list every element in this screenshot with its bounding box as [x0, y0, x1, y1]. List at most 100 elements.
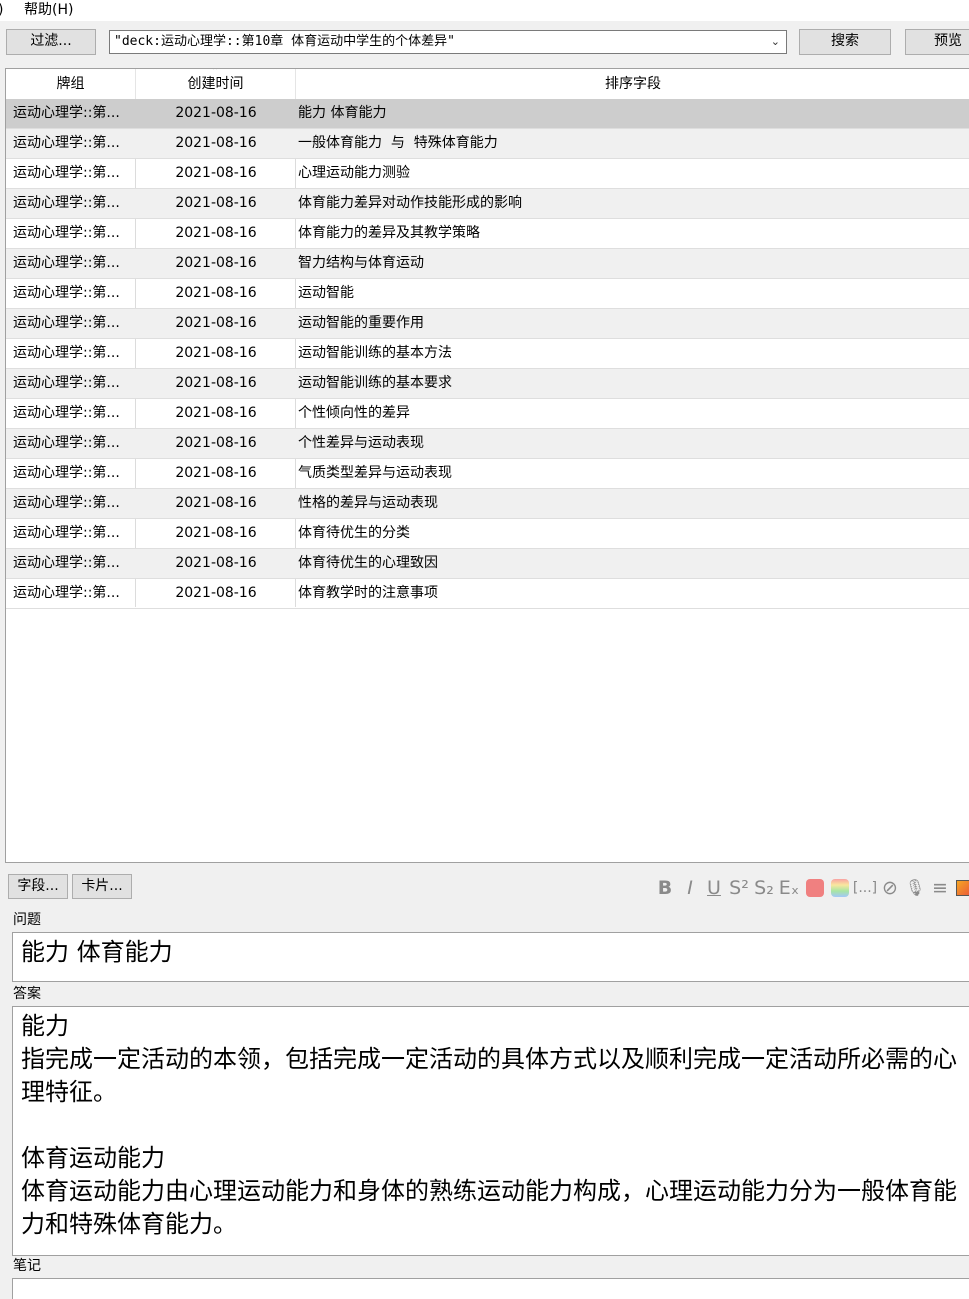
search-button[interactable]: 搜索 — [799, 29, 891, 55]
cell-sort-field: 心理运动能力测验 — [298, 165, 410, 181]
answer-line: 能力 — [21, 1012, 69, 1040]
cell-created: 2021-08-16 — [175, 345, 257, 361]
cell-sort-field: 能力 体育能力 — [298, 105, 387, 121]
cell-sort-field: 气质类型差异与运动表现 — [298, 465, 452, 481]
cell-sort-field: 一般体育能力 与 特殊体育能力 — [298, 135, 498, 151]
answer-line: 指完成一定活动的本领，包括完成一定活动的具体方式以及顺利完成一定活动所必需的心理… — [21, 1045, 957, 1106]
table-row[interactable]: 运动心理学::第... 2021-08-16 个性倾向性的差异 — [6, 399, 969, 429]
column-header-deck[interactable]: 牌组 — [6, 69, 136, 99]
card-list-table[interactable]: 牌组 ⌃ 创建时间 排序字段 运动心理学::第... 2021-08-16 能力 体… — [5, 68, 969, 863]
cell-sort-field: 体育能力的差异及其教学策略 — [298, 225, 480, 241]
cell-created: 2021-08-16 — [175, 135, 257, 151]
cell-created: 2021-08-16 — [175, 105, 257, 121]
table-row[interactable]: 运动心理学::第... 2021-08-16 体育待优生的心理致因 — [6, 549, 969, 579]
table-body: 运动心理学::第... 2021-08-16 能力 体育能力 运动心理学::第... 2… — [6, 99, 969, 609]
menu-item-help[interactable]: 帮助(H) — [24, 0, 73, 21]
search-input[interactable]: "deck:运动心理学::第10章 体育运动中学生的个体差异" ⌄ — [109, 30, 787, 54]
record-audio-icon[interactable]: 🎙 — [904, 876, 926, 900]
cell-sort-field: 运动智能训练的基本方法 — [298, 345, 452, 361]
cloze-icon[interactable]: [...] — [852, 876, 878, 900]
cell-deck: 运动心理学::第... — [13, 105, 120, 121]
table-row[interactable]: 运动心理学::第... 2021-08-16 运动智能 — [6, 279, 969, 309]
bold-icon[interactable]: B — [655, 876, 675, 900]
cell-deck: 运动心理学::第... — [13, 345, 120, 361]
cell-deck: 运动心理学::第... — [13, 585, 120, 601]
cell-created: 2021-08-16 — [175, 225, 257, 241]
answer-field[interactable]: 能力 指完成一定活动的本领，包括完成一定活动的具体方式以及顺利完成一定活动所必需… — [12, 1006, 969, 1256]
cell-created: 2021-08-16 — [175, 315, 257, 331]
chevron-down-icon[interactable]: ⌄ — [771, 31, 780, 53]
cell-sort-field: 运动智能训练的基本要求 — [298, 375, 452, 391]
cell-deck: 运动心理学::第... — [13, 435, 120, 451]
clear-format-icon[interactable]: Eₓ — [778, 876, 800, 900]
table-row[interactable]: 运动心理学::第... 2021-08-16 智力结构与体育运动 — [6, 249, 969, 279]
table-row[interactable]: 运动心理学::第... 2021-08-16 能力 体育能力 — [6, 99, 969, 129]
search-query-text: "deck:运动心理学::第10章 体育运动中学生的个体差异" — [114, 34, 455, 49]
table-row[interactable]: 运动心理学::第... 2021-08-16 心理运动能力测验 — [6, 159, 969, 189]
table-row[interactable]: 运动心理学::第... 2021-08-16 运动智能的重要作用 — [6, 309, 969, 339]
table-row[interactable]: 运动心理学::第... 2021-08-16 性格的差异与运动表现 — [6, 489, 969, 519]
field-label-answer: 答案 — [13, 986, 41, 1002]
notes-field[interactable] — [12, 1278, 969, 1299]
cell-deck: 运动心理学::第... — [13, 525, 120, 541]
cell-created: 2021-08-16 — [175, 525, 257, 541]
column-header-created[interactable]: ⌃ 创建时间 — [136, 69, 296, 99]
cell-deck: 运动心理学::第... — [13, 375, 120, 391]
more-menu-icon[interactable]: ≡ — [929, 876, 951, 900]
cell-sort-field: 个性倾向性的差异 — [298, 405, 410, 421]
underline-icon[interactable]: U — [704, 876, 724, 900]
filter-button[interactable]: 过滤... — [6, 29, 96, 55]
table-row[interactable]: 运动心理学::第... 2021-08-16 运动智能训练的基本方法 — [6, 339, 969, 369]
cell-deck: 运动心理学::第... — [13, 135, 120, 151]
cell-created: 2021-08-16 — [175, 375, 257, 391]
cell-deck: 运动心理学::第... — [13, 255, 120, 271]
menu-item-partial[interactable]: ) — [0, 0, 3, 21]
cell-deck: 运动心理学::第... — [13, 465, 120, 481]
text-color-icon[interactable] — [804, 876, 826, 900]
fields-button[interactable]: 字段... — [8, 874, 68, 899]
cell-created: 2021-08-16 — [175, 435, 257, 451]
cell-created: 2021-08-16 — [175, 585, 257, 601]
menu-bar: ) 帮助(H) — [0, 0, 969, 21]
italic-icon[interactable]: I — [682, 876, 698, 900]
subscript-icon[interactable]: S₂ — [753, 876, 775, 900]
table-row[interactable]: 运动心理学::第... 2021-08-16 运动智能训练的基本要求 — [6, 369, 969, 399]
cell-deck: 运动心理学::第... — [13, 225, 120, 241]
toolbar: 过滤... "deck:运动心理学::第10章 体育运动中学生的个体差异" ⌄ … — [0, 21, 969, 65]
cell-sort-field: 体育教学时的注意事项 — [298, 585, 438, 601]
image-icon[interactable] — [954, 876, 969, 900]
cell-created: 2021-08-16 — [175, 165, 257, 181]
table-row[interactable]: 运动心理学::第... 2021-08-16 个性差异与运动表现 — [6, 429, 969, 459]
answer-line: 体育运动能力由心理运动能力和身体的熟练运动能力构成，心理运动能力分为一般体育能力… — [21, 1177, 957, 1238]
cell-deck: 运动心理学::第... — [13, 285, 120, 301]
table-row[interactable]: 运动心理学::第... 2021-08-16 体育教学时的注意事项 — [6, 579, 969, 609]
attach-icon[interactable]: ⊘ — [879, 876, 901, 900]
sort-ascending-icon: ⌃ — [211, 68, 220, 77]
cell-sort-field: 体育待优生的心理致因 — [298, 555, 438, 571]
superscript-icon[interactable]: S² — [728, 876, 750, 900]
column-header-sort-field[interactable]: 排序字段 — [296, 69, 969, 99]
table-row[interactable]: 运动心理学::第... 2021-08-16 体育待优生的分类 — [6, 519, 969, 549]
cell-deck: 运动心理学::第... — [13, 495, 120, 511]
cell-sort-field: 运动智能的重要作用 — [298, 315, 424, 331]
table-row[interactable]: 运动心理学::第... 2021-08-16 气质类型差异与运动表现 — [6, 459, 969, 489]
answer-line: 体育运动能力 — [21, 1144, 165, 1172]
cell-sort-field: 性格的差异与运动表现 — [298, 495, 438, 511]
table-row[interactable]: 运动心理学::第... 2021-08-16 一般体育能力 与 特殊体育能力 — [6, 129, 969, 159]
highlight-color-icon[interactable] — [829, 876, 851, 900]
cell-deck: 运动心理学::第... — [13, 555, 120, 571]
table-row[interactable]: 运动心理学::第... 2021-08-16 体育能力差异对动作技能形成的影响 — [6, 189, 969, 219]
cell-created: 2021-08-16 — [175, 255, 257, 271]
cell-sort-field: 体育能力差异对动作技能形成的影响 — [298, 195, 522, 211]
question-field[interactable]: 能力 体育能力 — [12, 932, 969, 982]
cards-button[interactable]: 卡片... — [72, 874, 132, 899]
preview-button[interactable]: 预览 — [905, 29, 969, 55]
column-header-created-label: 创建时间 — [187, 76, 244, 92]
cell-created: 2021-08-16 — [175, 465, 257, 481]
question-text: 能力 体育能力 — [21, 938, 173, 966]
cell-created: 2021-08-16 — [175, 495, 257, 511]
field-label-notes: 笔记 — [13, 1258, 41, 1274]
table-row[interactable]: 运动心理学::第... 2021-08-16 体育能力的差异及其教学策略 — [6, 219, 969, 249]
cell-deck: 运动心理学::第... — [13, 195, 120, 211]
cell-sort-field: 智力结构与体育运动 — [298, 255, 424, 271]
